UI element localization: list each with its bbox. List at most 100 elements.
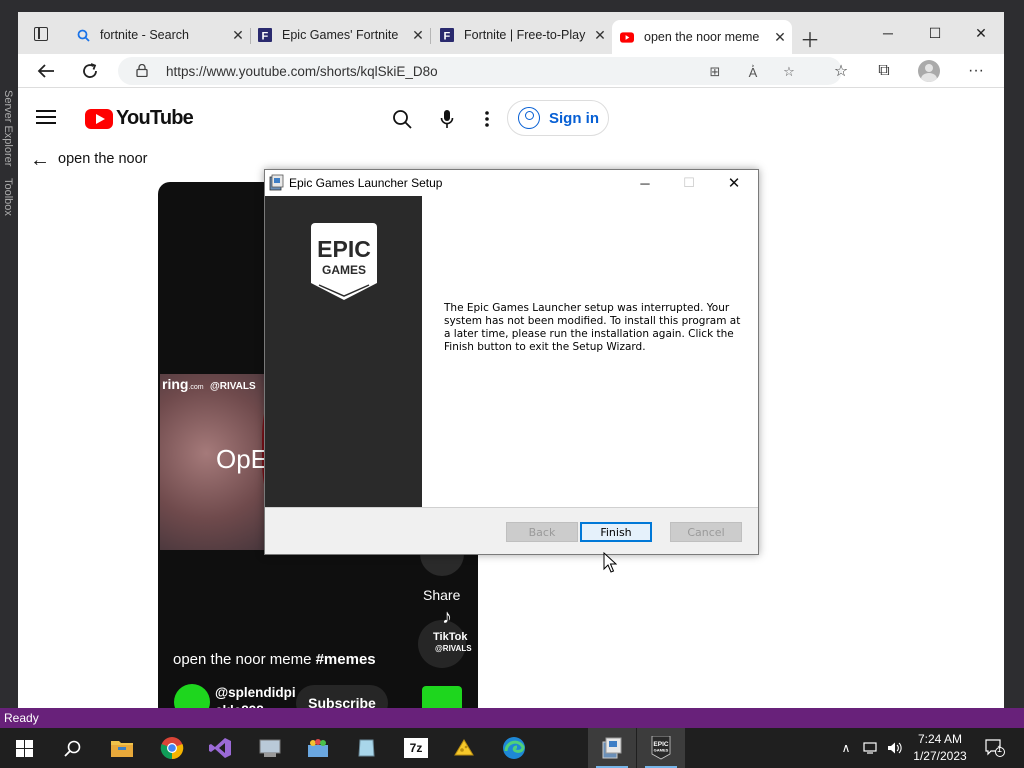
start-button[interactable] [0, 728, 48, 768]
read-aloud-icon[interactable]: A͐ [744, 63, 762, 81]
dialog-titlebar[interactable]: Epic Games Launcher Setup ─ ☐ ✕ [265, 170, 758, 196]
youtube-play-icon [85, 108, 113, 129]
tab-youtube-active[interactable]: open the noor meme ✕ [612, 20, 792, 54]
video-caption: open the noor meme #memes [173, 651, 376, 668]
tab-label: fortnite - Search [100, 28, 189, 42]
youtube-icon [620, 30, 634, 44]
dialog-maximize-button: ☐ [683, 175, 695, 190]
microphone-icon[interactable] [435, 107, 459, 131]
sign-in-label: Sign in [549, 109, 599, 127]
finish-button[interactable]: Finish [580, 522, 652, 542]
windows-taskbar: 7z EPIC GAMES ∧ 7:24 AM 1/27/2023 1 [0, 728, 1024, 768]
taskbar-edge[interactable] [490, 728, 538, 768]
clock-date: 1/27/2023 [913, 749, 967, 763]
collections-icon: ⧉ [878, 62, 890, 79]
visual-studio-icon [209, 738, 231, 758]
new-tab-button[interactable]: ＋ [800, 24, 820, 53]
show-hidden-icons-chevron-icon[interactable]: ∧ [836, 728, 856, 768]
app-available-icon[interactable]: ⊞ [706, 63, 724, 81]
taskbar-visual-studio[interactable] [196, 728, 244, 768]
dialog-minimize-button[interactable]: ─ [623, 172, 667, 194]
channel-name[interactable]: @splendidpickle898 [215, 684, 296, 708]
tab-close-icon[interactable]: ✕ [592, 27, 608, 44]
windows-logo-icon [15, 739, 33, 757]
channel-avatar[interactable] [174, 684, 210, 708]
close-window-button[interactable]: ✕ [961, 22, 1001, 44]
tab-fortnite-search[interactable]: fortnite - Search ✕ [76, 22, 246, 48]
tiktok-label: TikTok [433, 631, 468, 643]
taskbar-app-3[interactable] [343, 728, 391, 768]
server-explorer-tab[interactable]: Server Explorer [2, 90, 14, 166]
youtube-logo[interactable]: YouTube [85, 107, 194, 130]
network-icon[interactable] [860, 728, 882, 768]
volume-icon[interactable] [884, 728, 906, 768]
tab-actions-button[interactable] [26, 22, 56, 46]
taskbar-7zip[interactable]: 7z [392, 728, 440, 768]
youtube-logo-text: YouTube [116, 107, 194, 129]
address-bar[interactable]: https://www.youtube.com/shorts/kqlSkiE_D… [118, 57, 842, 85]
back-button: Back [506, 522, 578, 542]
refresh-icon [83, 63, 97, 78]
subscribe-button[interactable]: Subscribe [296, 685, 388, 708]
search-icon [63, 740, 80, 757]
tab-close-icon[interactable]: ✕ [230, 27, 246, 44]
svg-text:F: F [444, 31, 451, 43]
share-button[interactable] [420, 554, 464, 576]
back-arrow-icon[interactable]: ← [30, 149, 50, 172]
toolbox-tab[interactable]: Toolbox [2, 178, 14, 216]
favorites-button[interactable]: ☆ [828, 59, 854, 83]
back-button[interactable] [33, 59, 59, 83]
tab-epic-fortnite[interactable]: F Epic Games' Fortnite ✕ [258, 22, 426, 48]
url-text: https://www.youtube.com/shorts/kqlSkiE_D… [166, 64, 438, 79]
ide-right-edge [1004, 88, 1024, 708]
tab-label: Epic Games' Fortnite [282, 28, 399, 42]
minimize-button[interactable]: ─ [868, 22, 908, 44]
tab-divider [250, 28, 251, 44]
fortnite-f-icon: F [440, 28, 454, 42]
video-overlay-rivals: @RIVALS [210, 381, 256, 392]
tab-close-icon[interactable]: ✕ [772, 29, 788, 46]
taskbar-search-button[interactable] [48, 728, 96, 768]
dialog-body: The Epic Games Launcher setup was interr… [422, 196, 758, 507]
tab-close-icon[interactable]: ✕ [410, 27, 426, 44]
taskbar-installer[interactable] [588, 728, 636, 768]
tiktok-sub-label: @RIVALS [435, 644, 472, 653]
dialog-title: Epic Games Launcher Setup [289, 176, 443, 190]
more-icon: ··· [968, 62, 984, 79]
refresh-button[interactable] [77, 59, 103, 83]
collections-button[interactable]: ⧉ [871, 59, 897, 83]
notifications-button[interactable]: 1 [980, 728, 1010, 768]
add-favorite-icon[interactable]: ☆ [780, 63, 798, 81]
computer-app-icon [259, 739, 281, 757]
epic-games-icon: EPICGAMES [651, 736, 671, 760]
taskbar-chrome[interactable] [148, 728, 196, 768]
mouse-cursor-icon [603, 552, 617, 573]
profile-avatar[interactable] [918, 60, 940, 82]
cheese-app-icon [454, 739, 474, 756]
more-vert-icon[interactable] [475, 107, 499, 131]
maximize-button[interactable]: ☐ [915, 22, 955, 44]
tab-bar: fortnite - Search ✕ F Epic Games' Fortni… [18, 12, 1004, 54]
7zip-icon: 7z [404, 738, 428, 758]
ide-left-panel: Server Explorer Toolbox [0, 0, 18, 708]
taskbar-app-4[interactable] [440, 728, 488, 768]
search-icon[interactable] [390, 107, 414, 131]
hashtag-link[interactable]: #memes [316, 651, 376, 668]
search-icon [76, 28, 90, 42]
settings-more-button[interactable]: ··· [963, 59, 989, 83]
back-arrow-icon [37, 64, 54, 78]
tab-fortnite-free[interactable]: F Fortnite | Free-to-Play ✕ [440, 22, 608, 48]
sign-in-button[interactable]: Sign in [507, 100, 609, 136]
taskbar-file-explorer[interactable] [98, 728, 146, 768]
installer-icon [269, 174, 285, 191]
dialog-close-button[interactable]: ✕ [712, 172, 756, 194]
taskbar-epic-games[interactable]: EPIC GAMES [637, 728, 685, 768]
lock-icon[interactable] [136, 63, 148, 78]
taskbar-app-1[interactable] [246, 728, 294, 768]
tab-actions-icon [34, 27, 48, 41]
taskbar-app-2[interactable] [294, 728, 342, 768]
menu-hamburger-icon[interactable] [36, 110, 56, 124]
sound-thumbnail[interactable] [422, 686, 462, 708]
system-clock[interactable]: 7:24 AM 1/27/2023 [908, 731, 972, 765]
notification-count: 1 [997, 744, 1003, 754]
